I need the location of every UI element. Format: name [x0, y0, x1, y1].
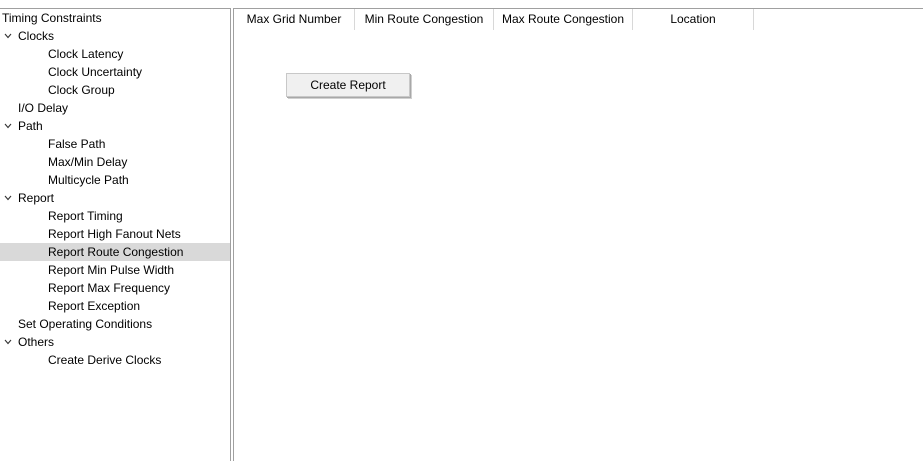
column-header-max-route-congestion[interactable]: Max Route Congestion [494, 9, 633, 30]
tree-item-label: Multicycle Path [48, 173, 129, 187]
tree-item-label: Report [18, 191, 55, 205]
report-panel: Max Grid Number Min Route Congestion Max… [233, 8, 923, 461]
tree-item-label: Set Operating Conditions [18, 317, 153, 331]
tree-item-label: I/O Delay [18, 101, 69, 115]
tree-item-label: Report Exception [48, 299, 141, 313]
chevron-down-icon[interactable] [4, 333, 14, 351]
tree-item-label: Others [18, 335, 55, 349]
column-header-min-route-congestion[interactable]: Min Route Congestion [355, 9, 494, 30]
tree-item-label: Report Timing [48, 209, 123, 223]
tree-item-label: Create Derive Clocks [48, 353, 162, 367]
tree-item-label: Report Max Frequency [48, 281, 171, 295]
timing-constraints-window: Timing Constraints Clocks Clock Latency Clo… [0, 0, 923, 461]
chevron-down-icon[interactable] [4, 27, 14, 45]
tree-item-label: Report Route Congestion [48, 245, 184, 259]
chevron-down-icon[interactable] [4, 117, 14, 135]
tree-item-label: Report Min Pulse Width [48, 263, 175, 277]
create-report-button[interactable]: Create Report [286, 73, 410, 97]
column-header-location[interactable]: Location [633, 9, 754, 30]
tree-item-label: Report High Fanout Nets [48, 227, 181, 241]
tree-item[interactable]: Report Route Congestion [0, 243, 230, 261]
column-header-max-grid-number[interactable]: Max Grid Number [234, 9, 355, 30]
chevron-down-icon[interactable] [4, 189, 14, 207]
tree-item-label: Clock Group [48, 83, 115, 97]
tree-item-label: Max/Min Delay [48, 155, 128, 169]
table-header: Max Grid Number Min Route Congestion Max… [234, 9, 754, 30]
tree-item-label: Clock Uncertainty [48, 65, 143, 79]
tree-item-label: Clock Latency [48, 47, 124, 61]
tree-item-label: Path [18, 119, 43, 133]
constraints-tree: Timing Constraints Clocks Clock Latency Clo… [0, 8, 231, 461]
tree-item-label: Timing Constraints [2, 11, 102, 25]
tree-item-label: Clocks [18, 29, 55, 43]
tree-item-label: False Path [48, 137, 106, 151]
